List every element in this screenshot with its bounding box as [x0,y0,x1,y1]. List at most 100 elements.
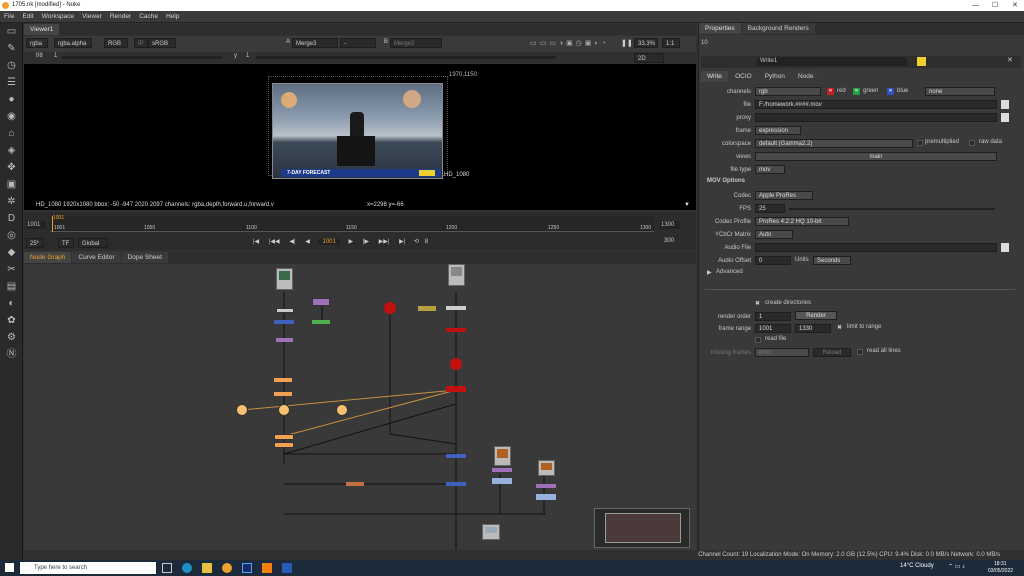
tab-ocio[interactable]: OCIO [729,71,758,82]
node-olive[interactable] [418,306,436,311]
advanced-expand-icon[interactable]: ▶ [707,269,712,276]
timeline-start[interactable]: 1001 [26,221,46,229]
blue-checkbox[interactable]: ✕ [887,88,894,95]
ycbcr-dropdown[interactable]: Auto [755,230,793,239]
node-graph-minimap[interactable] [594,508,690,548]
current-frame-field[interactable]: 1001 [318,239,340,245]
merge-nodes-icon[interactable]: ◈ [0,142,23,159]
alpha-dropdown[interactable]: rgba.alpha [54,38,92,48]
a-operation-dropdown[interactable]: - [340,38,376,48]
step-back-icon[interactable]: ◀| [286,239,299,245]
minimap-viewport[interactable] [605,513,681,543]
node-orange[interactable] [274,378,292,382]
node-purple[interactable] [492,468,512,472]
skip-end-icon[interactable]: ▶| [396,239,409,245]
audio-offset-field[interactable]: 0 [755,256,791,265]
proxy-field[interactable] [755,113,997,122]
particles-nodes-icon[interactable]: ✲ [0,193,23,210]
node-lightblue[interactable] [492,478,512,484]
time-format-dropdown[interactable]: TF [58,238,74,248]
tray-icons[interactable]: ⌃ ▭ ♪ [948,563,965,570]
deep-nodes-icon[interactable]: D [0,210,23,227]
colorspace-dropdown[interactable]: sRGB [148,38,176,48]
channel-nodes-icon[interactable]: ☰ [0,74,23,91]
audio-browse-icon[interactable] [1001,243,1009,252]
premultiplied-checkbox[interactable] [917,140,923,146]
color-nodes-icon[interactable]: ● [0,91,23,108]
limit-to-range-checkbox[interactable]: ✖ [837,324,842,331]
fstop-value[interactable]: 1 [54,53,57,59]
frame-range-end[interactable]: 1330 [795,324,831,333]
edge-icon[interactable] [182,563,192,573]
read-node[interactable] [448,264,465,286]
frame-mode-dropdown[interactable]: expression [755,126,801,135]
weather-widget[interactable]: 14°C Cloudy [900,563,934,569]
menu-edit[interactable]: Edit [18,11,37,23]
image-nodes-icon[interactable]: ▭ [0,23,23,40]
close-panel-icon[interactable]: ✕ [1007,56,1013,64]
ratio-dropdown[interactable]: 1:1 [662,38,680,48]
ip-toggle[interactable]: IP [134,38,148,48]
tab-curve-editor[interactable]: Curve Editor [72,252,121,263]
clock-date[interactable]: 03/05/2022 [988,568,1013,574]
next-key-icon[interactable]: ▶▶| [375,239,393,245]
frame-range-end[interactable]: 300 [664,238,674,244]
node-purple[interactable] [312,298,330,306]
node-red-circle[interactable] [384,302,396,314]
read-file-checkbox[interactable] [755,337,761,343]
metadata-nodes-icon[interactable]: ◆ [0,244,23,261]
node-purple[interactable] [276,338,293,342]
minimize-icon[interactable]: — [972,0,979,11]
file-explorer-icon[interactable] [202,563,212,573]
node-grey[interactable] [276,308,294,313]
units-dropdown[interactable]: Seconds [813,256,851,265]
other-nodes-icon[interactable]: ▤ [0,278,23,295]
node-red[interactable] [446,328,466,332]
advanced-label[interactable]: Advanced [716,269,743,275]
channels-dropdown[interactable]: rgb [755,87,821,96]
menu-render[interactable]: Render [106,11,135,23]
frame-range-start[interactable]: 1001 [755,324,791,333]
3d-nodes-icon[interactable]: ▣ [0,176,23,193]
display-channel-dropdown[interactable]: RGB [104,38,128,48]
keyer-nodes-icon[interactable]: ⌂ [0,125,23,142]
node-red-circle[interactable] [450,358,462,370]
vlc-icon[interactable] [262,563,272,573]
start-icon[interactable] [5,563,14,572]
node-purple[interactable] [536,484,556,488]
node-lightblue[interactable] [536,494,556,500]
timeline-end[interactable]: 1300 [660,221,680,229]
node-blue[interactable] [274,320,294,324]
viewer-menu-arrow-icon[interactable]: ▼ [684,200,690,210]
frame-expression-field[interactable] [805,126,1005,135]
node-orange[interactable] [274,392,292,396]
loop-icon[interactable]: ⟲ [414,239,419,245]
task-view-icon[interactable] [162,563,172,573]
read-node[interactable] [494,446,511,466]
a-input-dropdown[interactable]: Merge3 [292,38,338,48]
read-all-lines-checkbox[interactable] [857,349,863,355]
tab-viewer1[interactable]: Viewer1 [24,24,60,35]
codec-dropdown[interactable]: Apple ProRes [755,191,813,200]
node-orange[interactable] [274,434,294,440]
node-brown[interactable] [346,482,364,486]
tab-properties[interactable]: Properties [699,23,741,34]
air-nodes-icon[interactable]: ⚙ [0,329,23,346]
create-directories-checkbox[interactable]: ✖ [755,300,760,307]
tab-dope-sheet[interactable]: Dope Sheet [121,252,168,263]
node-red[interactable] [446,386,466,392]
range-dropdown[interactable]: Global [78,238,108,248]
file-path-field[interactable]: F:/homework.####.mov [755,100,997,109]
node-green[interactable] [312,320,330,324]
node-blue[interactable] [446,454,466,458]
menu-viewer[interactable]: Viewer [78,11,106,23]
pause-icon[interactable]: ❚❚ [621,39,633,47]
nuke-logo-icon[interactable]: Ⓝ [0,346,23,363]
menu-workspace[interactable]: Workspace [38,11,78,23]
file-browse-icon[interactable] [1001,100,1009,109]
taskbar-search-input[interactable]: Type here to search [20,562,156,574]
fps-slider[interactable] [789,208,995,210]
play-icon[interactable]: ▶ [345,239,357,245]
file-type-dropdown[interactable]: mov [755,165,785,174]
menu-help[interactable]: Help [162,11,183,23]
